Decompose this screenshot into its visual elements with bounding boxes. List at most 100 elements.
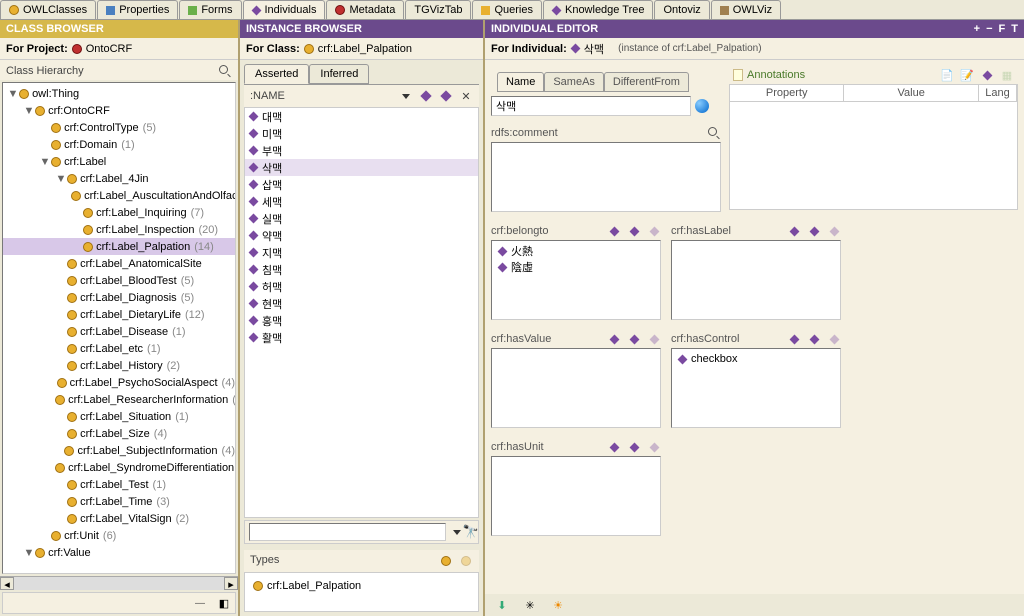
tree-node[interactable]: crf:Label_Test(1): [3, 476, 235, 493]
tree-node[interactable]: crf:Label_PsychoSocialAspect(4): [3, 374, 235, 391]
sun-icon[interactable]: ☀: [551, 598, 565, 612]
prop-value-row[interactable]: checkbox: [674, 351, 838, 367]
tree-node[interactable]: crf:ControlType(5): [3, 119, 235, 136]
tree-node[interactable]: crf:Label_Time(3): [3, 493, 235, 510]
prop-add2-icon[interactable]: [807, 224, 821, 238]
instance-row[interactable]: 약맥: [245, 227, 478, 244]
bug-icon[interactable]: ✳: [523, 598, 537, 612]
prop-body[interactable]: [671, 240, 841, 320]
ann-btn4-icon[interactable]: ▦: [1000, 68, 1014, 82]
prop-add-icon[interactable]: [607, 440, 621, 454]
instance-row[interactable]: 세맥: [245, 193, 478, 210]
tree-node[interactable]: crf:Label_Inspection(20): [3, 221, 235, 238]
tree-horizontal-scrollbar[interactable]: ◂ ▸: [0, 576, 238, 590]
type-row[interactable]: crf:Label_Palpation: [249, 577, 474, 594]
instance-row[interactable]: 침맥: [245, 261, 478, 278]
ann-col-lang[interactable]: Lang: [979, 85, 1017, 101]
prop-add-icon[interactable]: [607, 224, 621, 238]
tree-node[interactable]: crf:Label_Disease(1): [3, 323, 235, 340]
prop-body[interactable]: [491, 456, 661, 536]
tree-node[interactable]: ▼ owl:Thing: [3, 85, 235, 102]
comment-textarea[interactable]: [491, 142, 721, 212]
top-tab-tgviztab[interactable]: TGVizTab: [405, 0, 471, 19]
tree-node[interactable]: crf:Label_AuscultationAndOlfacti: [3, 187, 235, 204]
dropdown2-icon[interactable]: [450, 525, 464, 539]
name-input[interactable]: [491, 96, 691, 116]
tree-twisty[interactable]: ▼: [39, 156, 51, 168]
delete-instance-icon[interactable]: ✕: [459, 89, 473, 103]
prop-add-icon[interactable]: [787, 332, 801, 346]
instance-row[interactable]: 지맥: [245, 244, 478, 261]
instance-row[interactable]: 대맥: [245, 108, 478, 125]
instance-row[interactable]: 허맥: [245, 278, 478, 295]
create-instance-icon[interactable]: [419, 89, 433, 103]
tree-node[interactable]: crf:Label_AnatomicalSite: [3, 255, 235, 272]
tree-node[interactable]: crf:Label_etc(1): [3, 340, 235, 357]
top-tab-ontoviz[interactable]: Ontoviz: [654, 0, 709, 19]
comment-search-icon[interactable]: [707, 126, 721, 140]
remove-type-icon[interactable]: [459, 554, 473, 568]
top-tab-forms[interactable]: Forms: [179, 0, 241, 19]
editor-tab-name[interactable]: Name: [497, 72, 544, 92]
scroll-track[interactable]: [14, 577, 224, 590]
tree-node[interactable]: ▼ crf:OntoCRF: [3, 102, 235, 119]
dropdown-icon[interactable]: [399, 89, 413, 103]
prop-add2-icon[interactable]: [627, 332, 641, 346]
editor-hdr-btn-T[interactable]: T: [1011, 23, 1018, 35]
prop-remove-icon[interactable]: [647, 224, 661, 238]
editor-tab-differentfrom[interactable]: DifferentFrom: [604, 72, 689, 92]
instance-row[interactable]: 현맥: [245, 295, 478, 312]
tree-twisty[interactable]: ▼: [23, 105, 35, 117]
prop-body[interactable]: 火熱陰虛: [491, 240, 661, 320]
binoculars-icon[interactable]: 🔭: [464, 525, 478, 539]
instance-search-input[interactable]: [249, 523, 446, 541]
prop-body[interactable]: checkbox: [671, 348, 841, 428]
tree-node[interactable]: ▼ crf:Label: [3, 153, 235, 170]
tree-twisty[interactable]: ▼: [7, 88, 19, 100]
tree-node[interactable]: crf:Label_Inquiring(7): [3, 204, 235, 221]
ann-col-property[interactable]: Property: [730, 85, 844, 101]
tree-node[interactable]: crf:Label_Situation(1): [3, 408, 235, 425]
tree-node[interactable]: ▼ crf:Label_4Jin: [3, 170, 235, 187]
top-tab-knowledge tree[interactable]: Knowledge Tree: [543, 0, 654, 19]
top-tab-metadata[interactable]: Metadata: [326, 0, 404, 19]
tree-node[interactable]: crf:Label_BloodTest(5): [3, 272, 235, 289]
subtab-inferred[interactable]: Inferred: [309, 64, 369, 84]
instance-row[interactable]: 홍맥: [245, 312, 478, 329]
tree-node[interactable]: ▼ crf:Value: [3, 544, 235, 561]
editor-hdr-btn-+[interactable]: +: [974, 23, 980, 35]
scroll-left-arrow[interactable]: ◂: [0, 577, 14, 590]
tree-node[interactable]: crf:Label_History(2): [3, 357, 235, 374]
class-tree[interactable]: ▼ owl:Thing▼ crf:OntoCRF crf:ControlType…: [2, 82, 236, 574]
editor-hdr-btn-−[interactable]: −: [986, 23, 992, 35]
instance-row[interactable]: 부맥: [245, 142, 478, 159]
instance-row[interactable]: 삽맥: [245, 176, 478, 193]
top-tab-individuals[interactable]: Individuals: [243, 0, 326, 19]
instance-row[interactable]: 미맥: [245, 125, 478, 142]
top-tab-owlviz[interactable]: OWLViz: [711, 0, 781, 19]
tree-node[interactable]: crf:Domain(1): [3, 136, 235, 153]
prop-remove-icon[interactable]: [827, 224, 841, 238]
tree-node[interactable]: crf:Label_ResearcherInformation(4): [3, 391, 235, 408]
instance-row[interactable]: 삭맥: [245, 159, 478, 176]
instance-row[interactable]: 실맥: [245, 210, 478, 227]
add-type-icon[interactable]: [439, 554, 453, 568]
tree-node[interactable]: crf:Label_VitalSign(2): [3, 510, 235, 527]
top-tab-queries[interactable]: Queries: [472, 0, 542, 19]
tree-node[interactable]: crf:Label_Size(4): [3, 425, 235, 442]
tree-node[interactable]: crf:Label_DietaryLife(12): [3, 306, 235, 323]
tree-node[interactable]: crf:Label_Diagnosis(5): [3, 289, 235, 306]
prop-add-icon[interactable]: [787, 224, 801, 238]
hierarchy-action-icon[interactable]: [218, 64, 232, 78]
globe-icon[interactable]: [695, 99, 709, 113]
prop-value-row[interactable]: 陰虛: [494, 259, 658, 275]
tree-twisty[interactable]: ▼: [55, 173, 67, 185]
top-tab-owlclasses[interactable]: OWLClasses: [0, 0, 96, 19]
prop-add2-icon[interactable]: [627, 224, 641, 238]
prop-remove-icon[interactable]: [827, 332, 841, 346]
top-tab-properties[interactable]: Properties: [97, 0, 178, 19]
ann-btn3-icon[interactable]: [980, 68, 994, 82]
prop-value-row[interactable]: 火熱: [494, 243, 658, 259]
ann-btn1-icon[interactable]: 📄: [940, 68, 954, 82]
tree-twisty[interactable]: ▼: [23, 547, 35, 559]
